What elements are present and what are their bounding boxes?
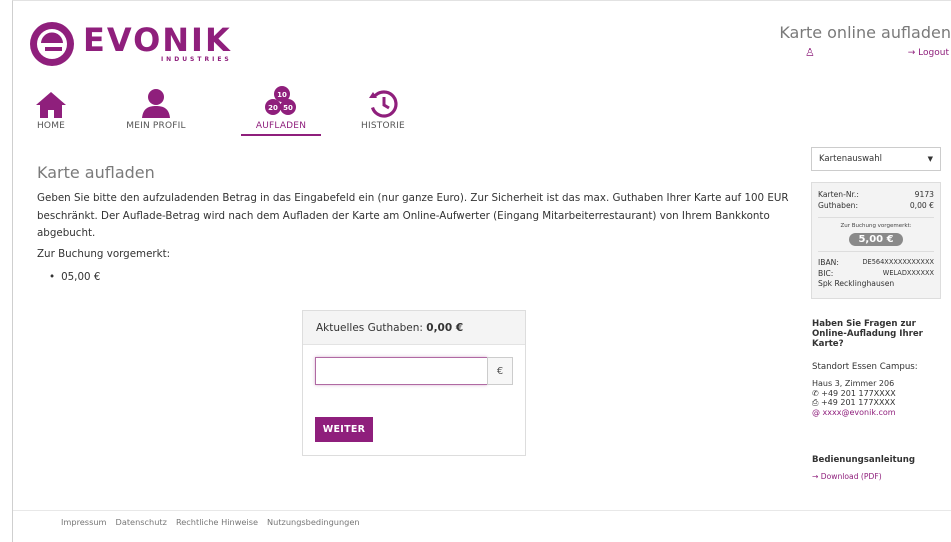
footer-links: Impressum Datenschutz Rechtliche Hinweis… <box>61 517 360 527</box>
fax-row: ⎙ +49 201 177XXXX <box>812 398 896 408</box>
nav-label-historie: HISTORIE <box>361 121 405 131</box>
footer-divider <box>13 510 951 511</box>
footer-link-nutzungsbedingungen[interactable]: Nutzungsbedingungen <box>267 517 360 527</box>
page-frame: EVONIK INDUSTRIES Karte online aufladen … <box>12 0 951 542</box>
main-nav: HOME MEIN PROFIL 10 20 50 AUFLADEN HISTO… <box>31 85 551 137</box>
booked-list: 05,00 € <box>49 271 100 283</box>
evonik-logo-icon <box>30 22 74 66</box>
nav-item-profile[interactable]: MEIN PROFIL <box>121 85 191 131</box>
bank-name: Spk Recklinghausen <box>818 279 895 288</box>
nav-item-home[interactable]: HOME <box>31 85 71 131</box>
nav-label-profile: MEIN PROFIL <box>126 121 186 131</box>
card-select-value: Kartenauswahl <box>819 154 883 164</box>
room-text: Haus 3, Zimmer 206 <box>812 379 895 388</box>
coin-label: 10 <box>277 91 287 99</box>
iban-value: DE564XXXXXXXXXXX <box>862 258 934 266</box>
bic-value: WELADXXXXXX <box>882 269 934 277</box>
card-select[interactable]: Kartenauswahl ▼ <box>811 147 941 171</box>
evonik-logo[interactable]: EVONIK INDUSTRIES <box>29 21 232 66</box>
fax-number: +49 201 177XXXX <box>820 398 896 407</box>
email-row: @ xxxx@evonik.com <box>812 408 896 418</box>
coin-label: 50 <box>283 104 293 112</box>
topup-card: Aktuelles Guthaben: 0,00 € € WEITER <box>302 310 526 456</box>
footer-link-rechtliches[interactable]: Rechtliche Hinweise <box>176 517 258 527</box>
bic-label: BIC: <box>818 269 834 278</box>
page-heading: Karte online aufladen <box>779 23 951 42</box>
page-title: Karte aufladen <box>37 163 155 182</box>
coins-icon: 10 20 50 <box>265 86 296 115</box>
phone-row: ✆ +49 201 177XXXX <box>812 389 896 399</box>
topup-header: Aktuelles Guthaben: 0,00 € <box>303 311 525 345</box>
balance-value: 0,00 € <box>426 322 464 334</box>
amount-row: € <box>315 357 513 385</box>
booked-label: Zur Buchung vorgemerkt: <box>37 248 171 260</box>
phone-number: +49 201 177XXXX <box>821 388 896 398</box>
balance-label: Aktuelles Guthaben: <box>316 322 423 334</box>
footer-link-datenschutz[interactable]: Datenschutz <box>116 517 167 527</box>
logo-wordmark: EVONIK <box>83 21 232 59</box>
profile-icon <box>142 89 170 118</box>
footer-link-impressum[interactable]: Impressum <box>61 517 107 527</box>
booked-amount-badge: 5,00 € <box>849 233 903 246</box>
nav-item-historie[interactable]: HISTORIE <box>353 85 413 131</box>
email-link[interactable]: xxxx@evonik.com <box>823 408 896 417</box>
card-number: 9173 <box>914 190 934 199</box>
weiter-button[interactable]: WEITER <box>315 417 373 442</box>
email-icon: @ <box>812 407 820 417</box>
booked-summary-label: Zur Buchung vorgemerkt: <box>840 223 912 229</box>
currency-addon: € <box>487 357 513 385</box>
user-icon[interactable]: ♙ <box>805 46 815 59</box>
nav-label-aufladen: AUFLADEN <box>241 121 321 136</box>
card-balance-row: Guthaben: 0,00 € <box>818 200 934 211</box>
card-balance: 0,00 € <box>909 201 934 210</box>
bank-details: IBAN: DE564XXXXXXXXXXX BIC: WELADXXXXXX … <box>818 257 934 290</box>
faq-title: Haben Sie Fragen zur Online-Aufladung Ih… <box>812 319 923 349</box>
bic-row: BIC: WELADXXXXXX <box>818 268 934 279</box>
intro-text: Geben Sie bitte den aufzuladenden Betrag… <box>37 192 789 239</box>
logout-link[interactable]: → Logout <box>908 48 949 58</box>
download-pdf-link[interactable]: → Download (PDF) <box>812 472 882 481</box>
list-item: 05,00 € <box>49 271 100 283</box>
home-icon <box>36 92 66 118</box>
coin-label: 20 <box>268 104 278 112</box>
location-title: Standort Essen Campus: <box>812 362 918 372</box>
iban-row: IBAN: DE564XXXXXXXXXXX <box>818 257 934 268</box>
chevron-down-icon: ▼ <box>927 155 933 163</box>
booked-summary: Zur Buchung vorgemerkt: 5,00 € <box>818 217 934 252</box>
contact-block: Haus 3, Zimmer 206 ✆ +49 201 177XXXX ⎙ +… <box>812 379 896 417</box>
history-icon <box>369 90 398 118</box>
nav-item-aufladen[interactable]: 10 20 50 AUFLADEN <box>241 85 321 136</box>
manual-title: Bedienungsanleitung <box>812 455 916 465</box>
iban-label: IBAN: <box>818 258 839 267</box>
amount-input[interactable] <box>315 357 487 385</box>
card-balance-label: Guthaben: <box>818 201 859 210</box>
phone-icon: ✆ <box>812 388 819 398</box>
nav-label-home: HOME <box>36 121 66 131</box>
fax-icon: ⎙ <box>812 398 819 407</box>
card-info-box: Karten-Nr.: 9173 Guthaben: 0,00 € Zur Bu… <box>811 182 941 299</box>
card-number-row: Karten-Nr.: 9173 <box>818 189 934 200</box>
card-number-label: Karten-Nr.: <box>818 190 859 199</box>
